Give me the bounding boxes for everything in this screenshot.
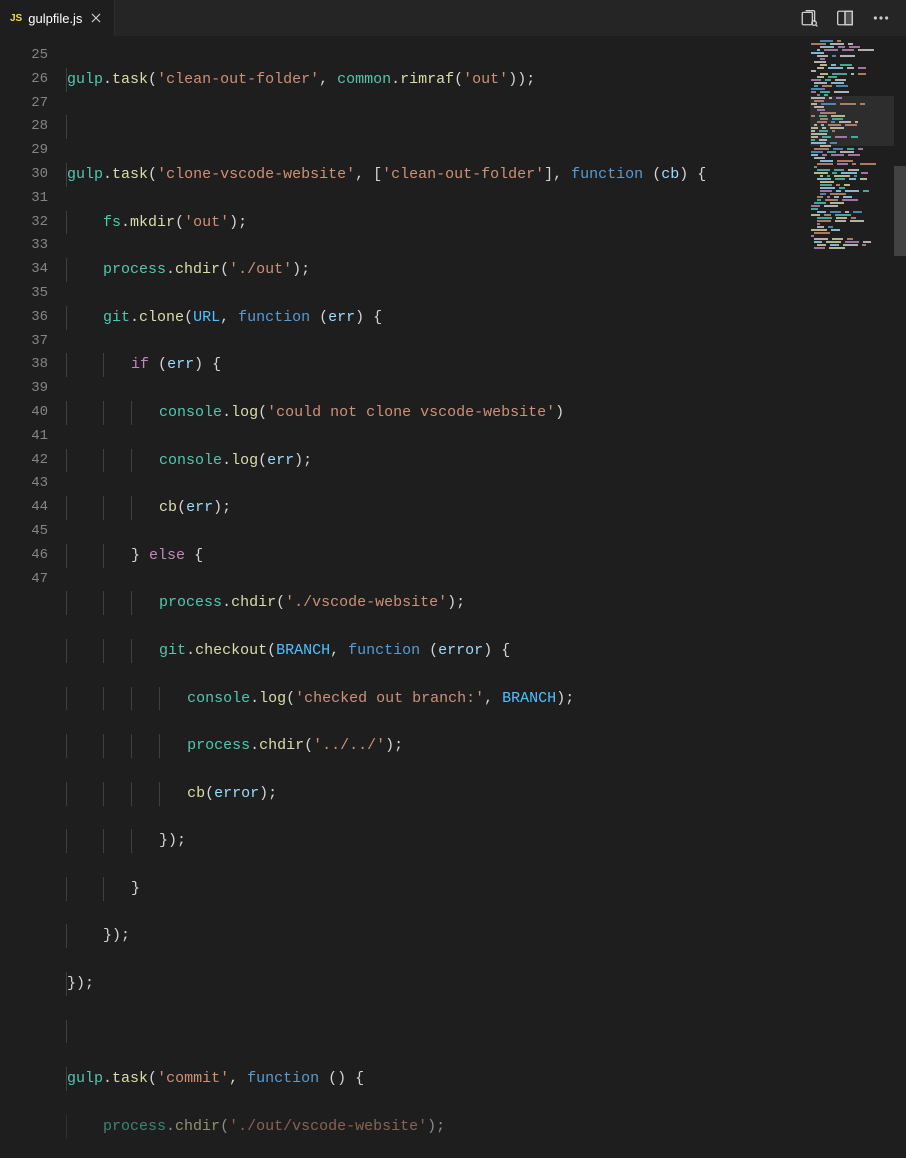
line-number: 39 [0,377,48,401]
tab-title: gulpfile.js [28,11,82,26]
line-number: 47 [0,568,48,592]
code-line: } [66,877,906,901]
close-icon[interactable] [88,10,104,26]
scrollbar-thumb[interactable] [894,166,906,256]
js-file-icon: JS [10,13,22,24]
line-number: 40 [0,401,48,425]
split-editor-icon[interactable] [834,7,856,29]
code-line: }); [66,924,906,948]
open-changes-icon[interactable] [798,7,820,29]
line-number: 44 [0,496,48,520]
code-line: if (err) { [66,353,906,377]
code-line: }); [66,829,906,853]
more-actions-icon[interactable] [870,7,892,29]
line-number: 28 [0,115,48,139]
code-line [66,115,906,139]
line-number-gutter: 25 26 27 28 29 30 31 32 33 34 35 36 37 3… [0,36,66,579]
tab-actions [798,0,906,36]
line-number: 41 [0,425,48,449]
code-line: }); [66,972,906,996]
line-number: 46 [0,544,48,568]
tab-gulpfile[interactable]: JS gulpfile.js [0,0,115,36]
code-line: process.chdir('./out/vscode-website'); [66,1115,906,1139]
line-number: 25 [0,44,48,68]
code-area[interactable]: gulp.task('clean-out-folder', common.rim… [66,36,906,579]
code-line: console.log('checked out branch:', BRANC… [66,687,906,711]
code-line: fs.mkdir('out'); [66,211,906,235]
code-line: git.checkout(BRANCH, function (error) { [66,639,906,663]
line-number: 29 [0,139,48,163]
tab-bar: JS gulpfile.js [0,0,906,36]
code-line: cb(error); [66,782,906,806]
code-line: gulp.task('commit', function () { [66,1067,906,1091]
line-number: 33 [0,234,48,258]
code-line: console.log('could not clone vscode-webs… [66,401,906,425]
line-number: 30 [0,163,48,187]
code-line: cb(err); [66,496,906,520]
line-number: 34 [0,258,48,282]
code-line: process.chdir('../../'); [66,734,906,758]
line-number: 31 [0,187,48,211]
code-line: process.chdir('./out'); [66,258,906,282]
line-number: 37 [0,330,48,354]
code-line: } else { [66,544,906,568]
line-number: 43 [0,472,48,496]
line-number: 35 [0,282,48,306]
line-number: 27 [0,92,48,116]
editor[interactable]: 25 26 27 28 29 30 31 32 33 34 35 36 37 3… [0,36,906,579]
line-number: 36 [0,306,48,330]
line-number: 26 [0,68,48,92]
code-line: gulp.task('clone-vscode-website', ['clea… [66,163,906,187]
vertical-scrollbar[interactable] [894,36,906,579]
line-number: 38 [0,353,48,377]
line-number: 32 [0,211,48,235]
line-number: 42 [0,449,48,473]
code-line: gulp.task('clean-out-folder', common.rim… [66,68,906,92]
tabbar-spacer [115,0,798,36]
code-line: process.chdir('./vscode-website'); [66,591,906,615]
code-line: console.log(err); [66,449,906,473]
code-line [66,1020,906,1044]
code-line: git.clone(URL, function (err) { [66,306,906,330]
line-number: 45 [0,520,48,544]
